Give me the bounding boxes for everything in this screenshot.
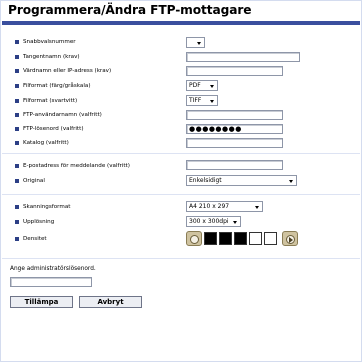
label-filformat-svartvitt: Filformat (svartvitt) — [15, 97, 78, 105]
label-text: Tangentnamn (krav) — [23, 54, 80, 60]
label-text: E-postadress för meddelande (valfritt) — [23, 163, 130, 169]
density-swatch[interactable] — [219, 232, 232, 245]
label-vardnamn: Värdnamn eller IP-adress (krav) — [15, 67, 112, 75]
select-value: 300 x 300dpi — [189, 218, 229, 225]
tangentnamn-field[interactable] — [186, 52, 300, 62]
chevron-down-icon — [197, 42, 201, 45]
label-densitet: Densitet — [15, 235, 47, 243]
label-upplosning: Upplösning — [15, 218, 55, 226]
label-text: Original — [23, 178, 45, 184]
select-value: Enkelsidigt — [189, 177, 222, 184]
label-text: Densitet — [23, 236, 47, 242]
label-text: FTP-användarnamn (valfritt) — [23, 112, 102, 118]
page-title: Programmera/Ändra FTP-mottagare — [8, 3, 252, 17]
density-decrease-button[interactable] — [186, 231, 202, 246]
chevron-down-icon — [255, 206, 259, 209]
skanningsformat-select[interactable]: A4 210 x 297 — [186, 201, 263, 212]
label-ftp-anvandarnamn: FTP-användarnamn (valfritt) — [15, 111, 102, 119]
label-text: Filformat (svartvitt) — [23, 98, 78, 104]
label-original: Original — [15, 177, 45, 185]
bullet-icon — [15, 205, 19, 209]
density-control — [186, 231, 298, 246]
label-katalog: Katalog (valfritt) — [15, 139, 69, 147]
label-text: Filformat (färg/gråskala) — [23, 83, 91, 89]
label-filformat-farg: Filformat (färg/gråskala) — [15, 82, 91, 90]
original-select[interactable]: Enkelsidigt — [186, 175, 297, 186]
label-text: Snabbvalsnummer — [23, 39, 76, 45]
bullet-icon — [15, 84, 19, 88]
bullet-icon — [15, 127, 19, 131]
bullet-icon — [15, 40, 19, 44]
label-snabbvalsnummer: Snabbvalsnummer — [15, 38, 76, 46]
bullet-icon — [15, 237, 19, 241]
ftp-anvandarnamn-field[interactable] — [186, 110, 283, 120]
section-divider — [2, 258, 360, 259]
chevron-down-icon — [289, 180, 293, 183]
label-text: Skanningsformat — [23, 204, 71, 210]
label-tangentnamn: Tangentnamn (krav) — [15, 53, 80, 61]
select-value: A4 210 x 297 — [189, 203, 230, 210]
density-increase-button[interactable] — [282, 231, 298, 246]
snabbvalsnummer-select[interactable] — [186, 37, 205, 48]
cancel-button[interactable]: Avbryt — [79, 296, 142, 308]
upplosning-select[interactable]: 300 x 300dpi — [186, 216, 241, 227]
select-value: PDF — [189, 82, 201, 89]
section-divider — [2, 194, 360, 195]
bullet-icon — [15, 141, 19, 145]
arrow-right-icon — [289, 236, 293, 243]
bullet-icon — [15, 220, 19, 224]
label-text: FTP-lösenord (valfritt) — [23, 126, 84, 132]
title-rule — [2, 21, 360, 25]
bullet-icon — [15, 99, 19, 103]
density-swatch[interactable] — [204, 232, 217, 245]
density-swatch[interactable] — [249, 232, 262, 245]
select-value: TIFF — [189, 97, 202, 104]
vardnamn-field[interactable] — [186, 66, 283, 76]
bullet-icon — [15, 164, 19, 168]
label-ftp-losenord: FTP-lösenord (valfritt) — [15, 125, 84, 133]
ftp-losenord-field[interactable]: ●●●●●●●● — [186, 124, 283, 134]
chevron-down-icon — [210, 85, 214, 88]
label-text: Katalog (valfritt) — [23, 140, 69, 146]
circle-icon — [190, 234, 199, 244]
bullet-icon — [15, 179, 19, 183]
filformat-farg-select[interactable]: PDF — [186, 80, 218, 91]
apply-button[interactable]: Tillämpa — [10, 296, 73, 308]
filformat-svartvitt-select[interactable]: TIFF — [186, 95, 218, 106]
label-text: Upplösning — [23, 219, 55, 225]
admin-password-label: Ange administratörslösenord. — [10, 266, 96, 272]
density-swatch[interactable] — [234, 232, 247, 245]
label-epost: E-postadress för meddelande (valfritt) — [15, 162, 130, 170]
admin-password-field[interactable] — [10, 277, 92, 287]
chevron-down-icon — [210, 100, 214, 103]
katalog-field[interactable] — [186, 138, 283, 148]
epost-field[interactable] — [186, 160, 283, 170]
bullet-icon — [15, 113, 19, 117]
bullet-icon — [15, 69, 19, 73]
bullet-icon — [15, 55, 19, 59]
chevron-down-icon — [233, 221, 237, 224]
density-swatch[interactable] — [264, 232, 277, 245]
label-skanningsformat: Skanningsformat — [15, 203, 71, 211]
label-text: Värdnamn eller IP-adress (krav) — [23, 68, 112, 74]
section-divider — [2, 153, 360, 154]
